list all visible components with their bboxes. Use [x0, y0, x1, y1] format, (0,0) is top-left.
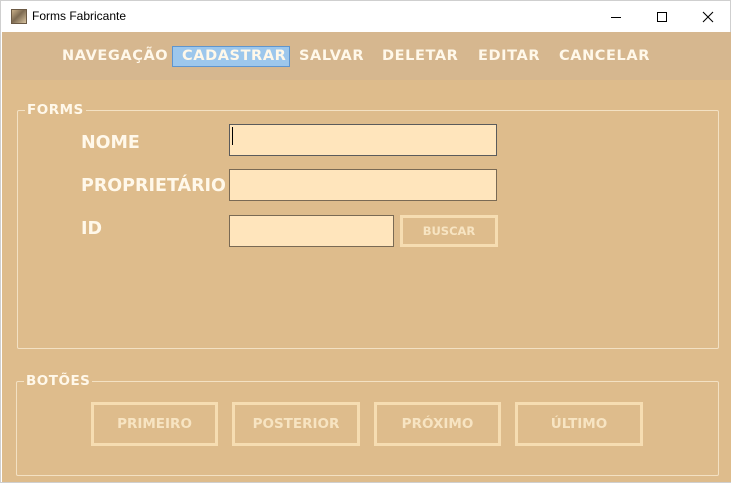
proprietario-label: PROPRIETÁRIO: [81, 176, 226, 196]
close-button[interactable]: [685, 1, 731, 32]
proprietario-field[interactable]: [229, 169, 497, 201]
nome-field[interactable]: [229, 124, 497, 156]
menu-salvar[interactable]: SALVAR: [299, 46, 364, 67]
minimize-button[interactable]: [593, 1, 639, 32]
menu-cadastrar[interactable]: CADASTRAR: [172, 46, 290, 67]
app-icon: [11, 9, 27, 24]
app-window: Forms Fabricante NAVEGAÇÃO CADASTRAR SAL…: [0, 0, 731, 483]
window-title: Forms Fabricante: [32, 9, 127, 23]
menu-bar: NAVEGAÇÃO CADASTRAR SALVAR DELETAR EDITA…: [2, 32, 731, 80]
botoes-group-title: BOTÕES: [24, 373, 93, 389]
close-icon: [702, 11, 714, 22]
buscar-button[interactable]: BUSCAR: [400, 215, 498, 247]
menu-cancelar[interactable]: CANCELAR: [559, 46, 650, 67]
proximo-button[interactable]: PRÓXIMO: [374, 402, 501, 446]
minimize-icon: [611, 16, 621, 18]
forms-group-title: FORMS: [25, 102, 86, 118]
primeiro-button[interactable]: PRIMEIRO: [91, 402, 218, 446]
nome-label: NOME: [81, 133, 140, 153]
maximize-icon: [657, 11, 667, 22]
menu-editar[interactable]: EDITAR: [478, 46, 540, 67]
ultimo-button[interactable]: ÚLTIMO: [515, 402, 643, 446]
id-label: ID: [81, 219, 103, 239]
posterior-button[interactable]: POSTERIOR: [232, 402, 360, 446]
maximize-button[interactable]: [639, 1, 685, 32]
form-client-area: NAVEGAÇÃO CADASTRAR SALVAR DELETAR EDITA…: [2, 32, 731, 482]
menu-deletar[interactable]: DELETAR: [382, 46, 458, 67]
text-caret: [232, 127, 233, 145]
id-field[interactable]: [229, 215, 394, 247]
menu-navegacao[interactable]: NAVEGAÇÃO: [62, 46, 168, 67]
title-bar[interactable]: Forms Fabricante: [1, 1, 730, 32]
